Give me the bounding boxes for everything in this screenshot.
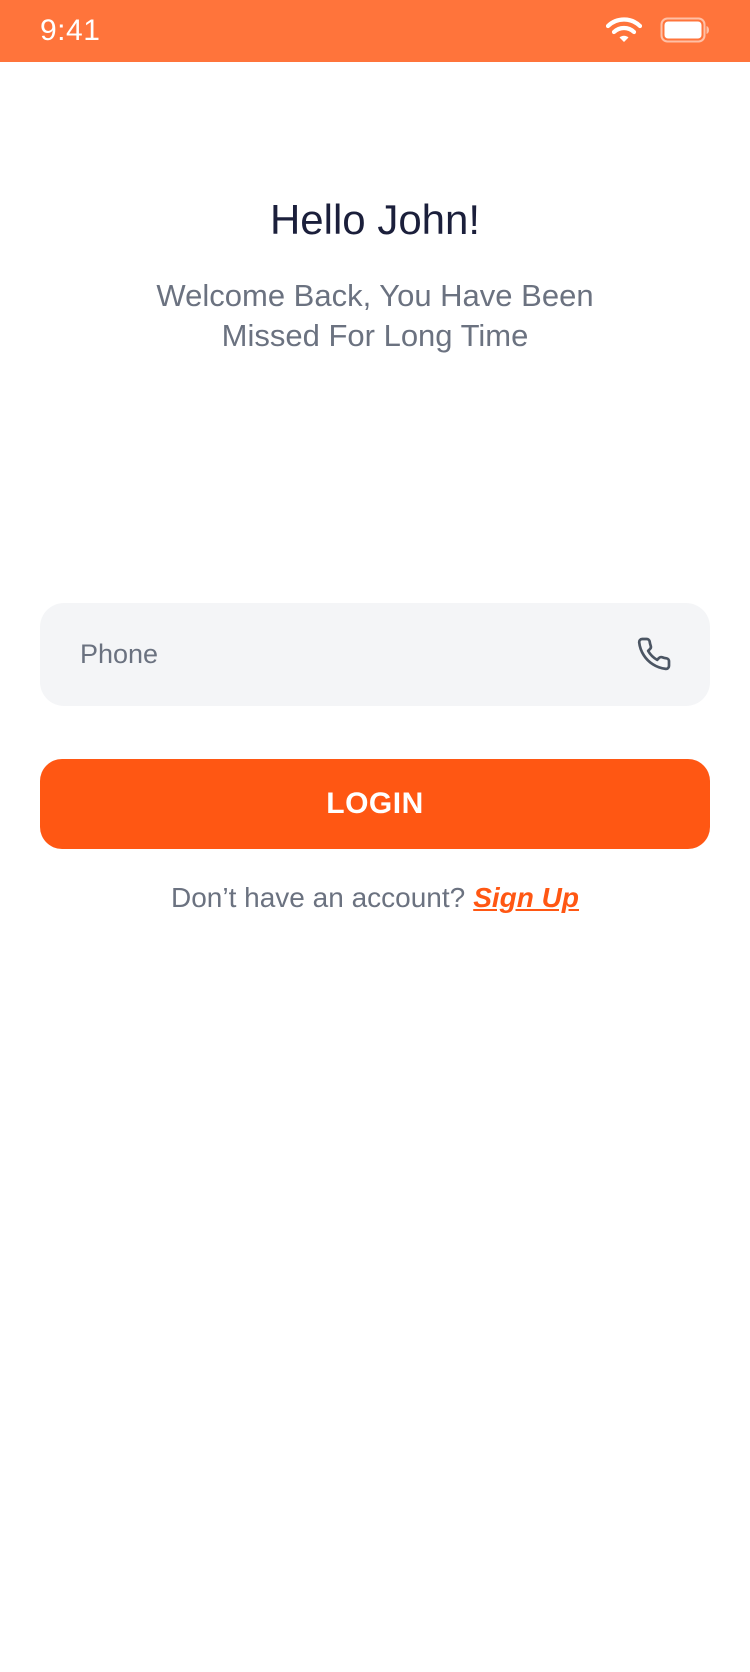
wifi-icon xyxy=(606,17,642,42)
signup-row: Don’t have an account? Sign Up xyxy=(0,878,750,918)
battery-icon xyxy=(660,17,709,43)
status-time: 9:41 xyxy=(40,14,101,47)
signup-prompt: Don’t have an account? xyxy=(171,882,466,913)
signup-link[interactable]: Sign Up xyxy=(473,882,579,913)
phone-input[interactable] xyxy=(80,603,600,706)
login-button[interactable]: LOGIN xyxy=(40,759,710,849)
phone-icon xyxy=(637,637,671,671)
status-bar: 9:41 xyxy=(0,0,750,62)
welcome-subtitle: Welcome Back, You Have Been Missed For L… xyxy=(156,278,594,353)
phone-field[interactable] xyxy=(40,603,710,706)
greeting-title: Hello John! xyxy=(269,196,481,243)
